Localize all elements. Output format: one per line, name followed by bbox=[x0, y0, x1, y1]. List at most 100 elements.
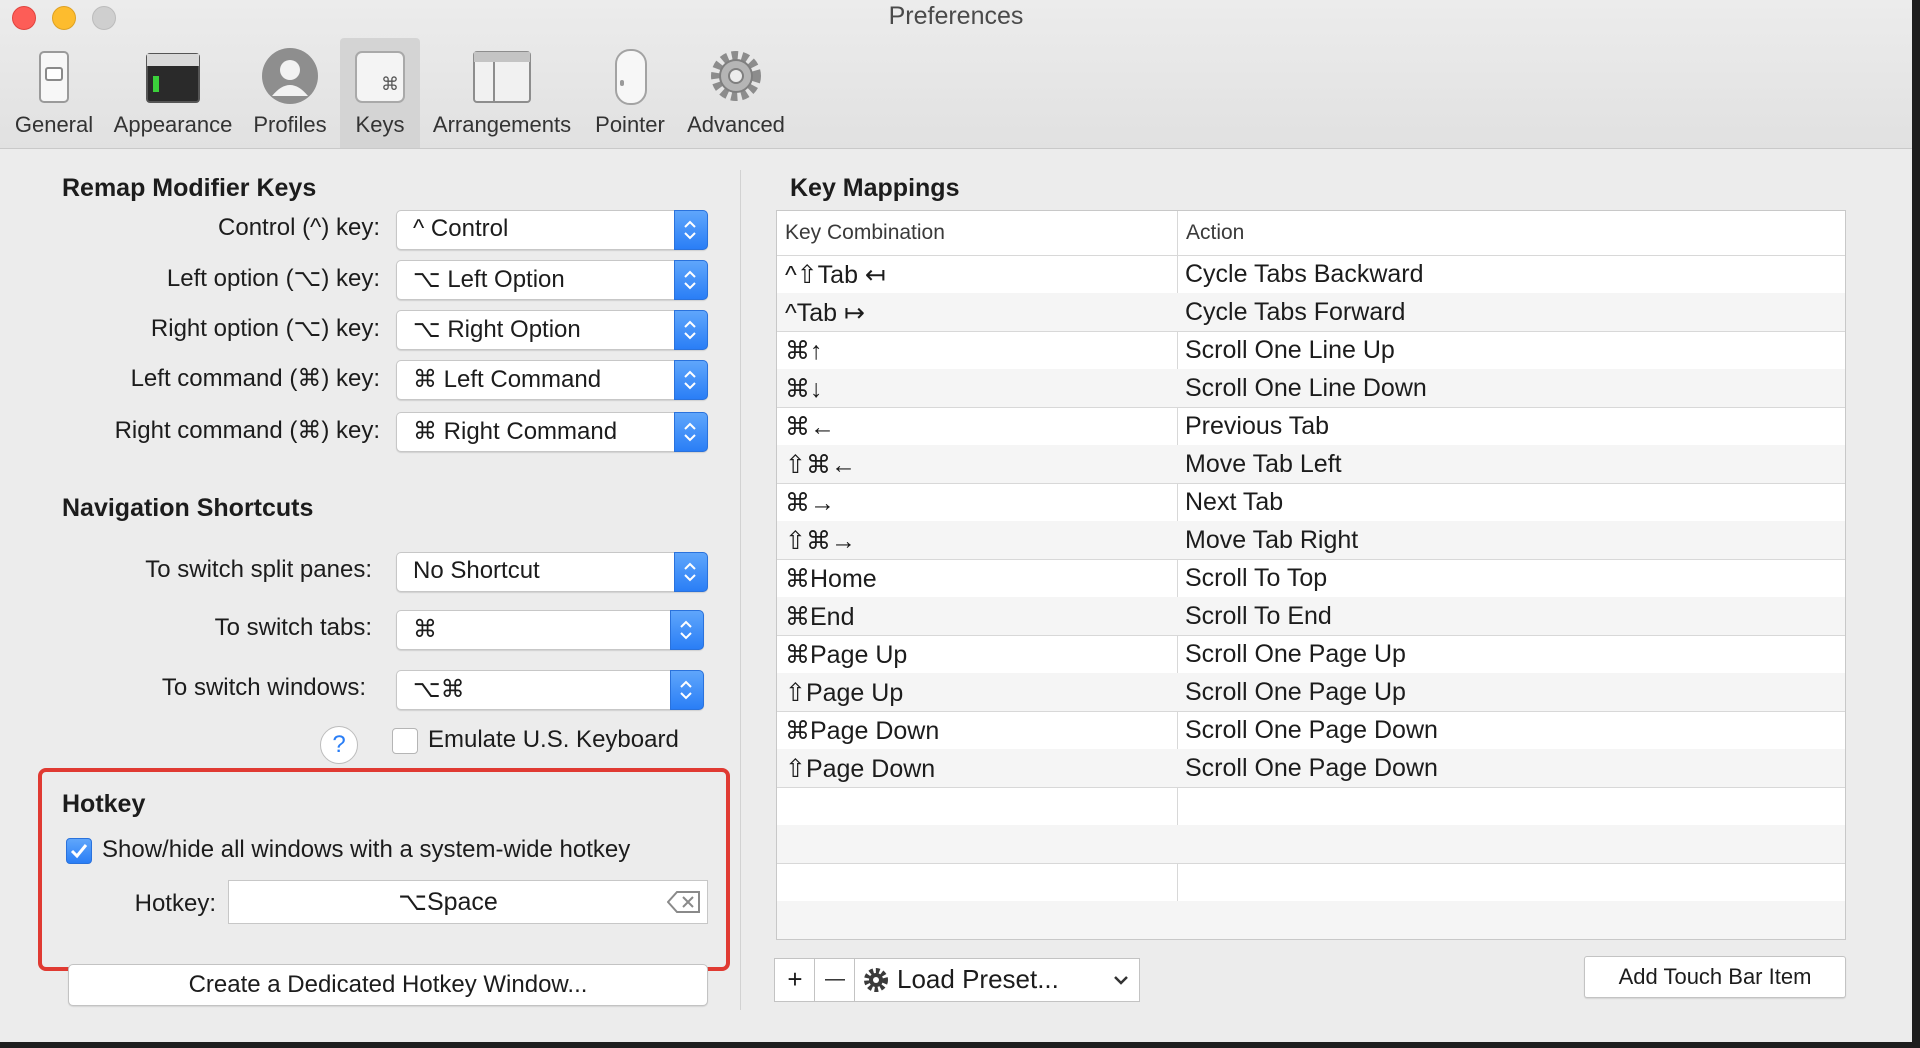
switch-windows-value: ⌥⌘ bbox=[413, 676, 465, 703]
show-hide-hotkey-label: Show/hide all windows with a system-wide… bbox=[102, 836, 631, 863]
svg-text:⌘: ⌘ bbox=[381, 74, 399, 95]
toolbar-advanced[interactable]: Advanced bbox=[680, 38, 792, 148]
toolbar-pointer-label: Pointer bbox=[595, 112, 665, 137]
key-combination-cell: ⇧Page Down bbox=[785, 755, 936, 783]
popup-stepper-icon bbox=[674, 260, 708, 300]
add-mapping-button[interactable]: + bbox=[774, 958, 816, 1002]
panel-divider bbox=[740, 170, 741, 1010]
key-combination-cell: ⌘↑ bbox=[785, 337, 823, 365]
action-cell: Cycle Tabs Backward bbox=[1185, 260, 1424, 288]
table-row[interactable]: ⇧Page Down Scroll One Page Down bbox=[777, 749, 1845, 788]
mouse-icon bbox=[615, 49, 647, 105]
toolbar-general[interactable]: General bbox=[6, 38, 102, 148]
clear-backspace-icon[interactable] bbox=[667, 891, 701, 913]
navigation-section-title: Navigation Shortcuts bbox=[62, 494, 314, 522]
key-combination-cell: ⌘→ bbox=[785, 489, 835, 517]
load-preset-popup[interactable]: Load Preset... bbox=[854, 958, 1140, 1002]
show-hide-hotkey-checkbox[interactable] bbox=[66, 838, 92, 864]
empty-table-row bbox=[777, 863, 1845, 902]
preferences-window: Preferences General Appearance Profiles … bbox=[0, 0, 1912, 1042]
switch-tabs-popup[interactable]: ⌘ bbox=[396, 610, 704, 650]
right-command-key-popup[interactable]: ⌘ Right Command bbox=[396, 412, 708, 452]
create-dedicated-hotkey-window-button[interactable]: Create a Dedicated Hotkey Window... bbox=[68, 964, 708, 1006]
key-combination-cell: ⌘Page Up bbox=[785, 641, 908, 669]
table-row[interactable]: ⇧⌘← Move Tab Left bbox=[777, 445, 1845, 484]
help-button[interactable]: ? bbox=[320, 726, 358, 764]
table-row[interactable]: ^⇧Tab ↤ Cycle Tabs Backward bbox=[777, 255, 1845, 294]
table-row[interactable]: ⌘→ Next Tab bbox=[777, 483, 1845, 522]
table-row[interactable]: ⌘End Scroll To End bbox=[777, 597, 1845, 636]
remove-mapping-button[interactable]: — bbox=[814, 958, 856, 1002]
key-combination-cell: ⌘← bbox=[785, 413, 835, 441]
popup-stepper-icon bbox=[674, 412, 708, 452]
chevron-down-icon bbox=[1114, 976, 1128, 985]
action-cell: Cycle Tabs Forward bbox=[1185, 298, 1406, 326]
key-combination-cell: ⇧⌘← bbox=[785, 451, 856, 479]
gear-icon bbox=[711, 51, 761, 101]
action-cell: Next Tab bbox=[1185, 488, 1284, 516]
switch-windows-popup[interactable]: ⌥⌘ bbox=[396, 670, 704, 710]
key-combination-cell: ⌘↓ bbox=[785, 375, 823, 403]
toolbar-pointer[interactable]: Pointer bbox=[586, 38, 674, 148]
column-header-action[interactable]: Action bbox=[1186, 221, 1244, 245]
emulate-us-keyboard-checkbox[interactable] bbox=[392, 728, 418, 754]
emulate-us-keyboard-label: Emulate U.S. Keyboard bbox=[428, 726, 679, 753]
table-row[interactable]: ⌘← Previous Tab bbox=[777, 407, 1845, 446]
action-cell: Scroll One Line Up bbox=[1185, 336, 1395, 364]
left-command-key-label: Left command (⌘) key: bbox=[130, 365, 380, 392]
hotkey-recorder-field[interactable]: ⌥Space bbox=[228, 880, 708, 924]
toolbar-appearance[interactable]: Appearance bbox=[108, 38, 238, 148]
switch-tabs-value: ⌘ bbox=[413, 616, 437, 643]
table-row[interactable]: ⌘↓ Scroll One Line Down bbox=[777, 369, 1845, 408]
load-preset-label: Load Preset... bbox=[897, 964, 1059, 994]
action-cell: Scroll One Line Down bbox=[1185, 374, 1427, 402]
switch-windows-label: To switch windows: bbox=[161, 674, 366, 701]
toolbar: Preferences General Appearance Profiles … bbox=[0, 0, 1912, 149]
action-cell: Scroll One Page Down bbox=[1185, 754, 1438, 782]
switch-split-panes-value: No Shortcut bbox=[413, 557, 540, 584]
table-row[interactable]: ⌘Home Scroll To Top bbox=[777, 559, 1845, 598]
action-cell: Scroll To Top bbox=[1185, 564, 1328, 592]
switch-tabs-label: To switch tabs: bbox=[214, 614, 372, 641]
control-key-value: ^ Control bbox=[413, 215, 509, 242]
table-row[interactable]: ⇧⌘→ Move Tab Right bbox=[777, 521, 1845, 560]
key-combination-cell: ⌘End bbox=[785, 603, 855, 631]
right-option-key-value: ⌥ Right Option bbox=[413, 316, 581, 343]
table-header: Key Combination Action bbox=[777, 211, 1845, 256]
table-row[interactable]: ^Tab ↦ Cycle Tabs Forward bbox=[777, 293, 1845, 332]
window-title: Preferences bbox=[888, 2, 1024, 30]
popup-stepper-icon bbox=[674, 210, 708, 250]
right-command-key-value: ⌘ Right Command bbox=[413, 418, 618, 445]
table-row[interactable]: ⌘↑ Scroll One Line Up bbox=[777, 331, 1845, 370]
toolbar-appearance-label: Appearance bbox=[113, 112, 233, 137]
column-header-key-combination[interactable]: Key Combination bbox=[785, 221, 945, 245]
action-cell: Scroll One Page Down bbox=[1185, 716, 1438, 744]
control-key-label: Control (^) key: bbox=[218, 214, 380, 241]
general-switch-icon bbox=[39, 51, 69, 103]
left-command-key-popup[interactable]: ⌘ Left Command bbox=[396, 360, 708, 400]
profile-silhouette-icon bbox=[262, 48, 318, 104]
right-option-key-popup[interactable]: ⌥ Right Option bbox=[396, 310, 708, 350]
toolbar-profiles[interactable]: Profiles bbox=[246, 38, 334, 148]
left-option-key-popup[interactable]: ⌥ Left Option bbox=[396, 260, 708, 300]
toolbar-keys[interactable]: ⌘ Keys bbox=[340, 38, 420, 148]
key-mappings-title: Key Mappings bbox=[790, 174, 960, 202]
hotkey-value: ⌥Space bbox=[398, 888, 498, 916]
switch-split-panes-label: To switch split panes: bbox=[145, 556, 372, 583]
left-option-key-label: Left option (⌥) key: bbox=[166, 265, 380, 292]
toolbar-advanced-label: Advanced bbox=[687, 112, 785, 137]
table-row[interactable]: ⌘Page Up Scroll One Page Up bbox=[777, 635, 1845, 674]
key-combination-cell: ⇧⌘→ bbox=[785, 527, 856, 555]
add-touch-bar-item-button[interactable]: Add Touch Bar Item bbox=[1584, 956, 1846, 998]
toolbar-arrangements[interactable]: Arrangements bbox=[426, 38, 578, 148]
control-key-popup[interactable]: ^ Control bbox=[396, 210, 708, 250]
table-row[interactable]: ⇧Page Up Scroll One Page Up bbox=[777, 673, 1845, 712]
switch-split-panes-popup[interactable]: No Shortcut bbox=[396, 552, 708, 592]
hotkey-section-title: Hotkey bbox=[62, 790, 146, 818]
command-key-icon: ⌘ bbox=[355, 51, 405, 103]
table-row[interactable]: ⌘Page Down Scroll One Page Down bbox=[777, 711, 1845, 750]
action-cell: Scroll One Page Up bbox=[1185, 678, 1406, 706]
key-mappings-table[interactable]: Key Combination Action ^⇧Tab ↤ Cycle Tabs… bbox=[776, 210, 1846, 940]
empty-table-row bbox=[777, 825, 1845, 864]
action-cell: Move Tab Left bbox=[1185, 450, 1342, 478]
